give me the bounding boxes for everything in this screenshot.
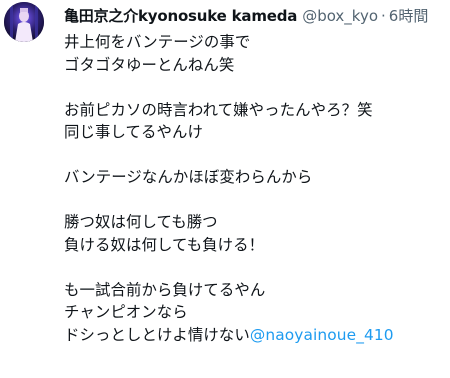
text-line: 同じ事してるやんけ: [64, 123, 203, 141]
tweet-header: 亀田京之介kyonosuke kameda @box_kyo · 6時間: [64, 4, 442, 28]
display-name[interactable]: 亀田京之介kyonosuke kameda: [64, 6, 297, 26]
separator-dot: ·: [381, 7, 386, 25]
text-line: チャンピオンなら: [64, 303, 188, 321]
text-line: バンテージなんかほぼ変わらんから: [64, 168, 313, 186]
timestamp[interactable]: 6時間: [389, 6, 429, 26]
last-line-text: ドシっとしとけよ情けない: [64, 325, 250, 344]
text-line: 負ける奴は何しても負ける！: [64, 235, 265, 254]
text-line-last: ドシっとしとけよ情けない@naoyainoue_410: [64, 324, 442, 347]
text-line: 井上何をバンテージの事で: [64, 33, 251, 51]
tweet-text: 井上何をバンテージの事で ゴタゴタゆーとんねん笑 お前ピカソの時言われて嫌やった…: [64, 31, 442, 346]
avatar[interactable]: [4, 2, 44, 42]
text-line: 勝つ奴は何しても勝つ: [64, 213, 218, 231]
tweet: 亀田京之介kyonosuke kameda @box_kyo · 6時間 井上何…: [0, 0, 450, 378]
text-line: お前ピカソの時言われて嫌やったんやろ？笑: [64, 100, 373, 119]
mention-link[interactable]: @naoyainoue_410: [250, 326, 394, 344]
user-handle[interactable]: @box_kyo: [302, 6, 378, 26]
tweet-content: 亀田京之介kyonosuke kameda @box_kyo · 6時間 井上何…: [64, 4, 442, 346]
text-line: ゴタゴタゆーとんねん笑: [64, 55, 235, 74]
avatar-image: [4, 2, 44, 42]
text-line: も一試合前から負けてるやん: [64, 280, 266, 299]
